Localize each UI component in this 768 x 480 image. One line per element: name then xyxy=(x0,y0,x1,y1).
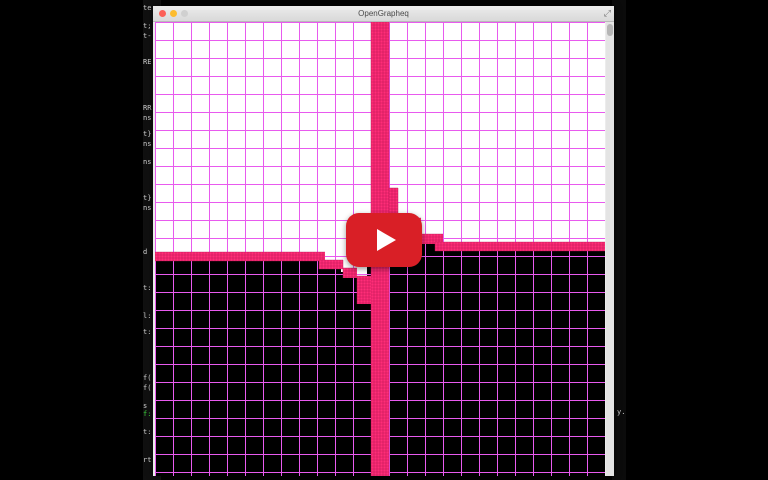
horizontal-boundary-right xyxy=(435,242,605,251)
terminal-text: f( xyxy=(143,374,152,382)
terminal-text: t} xyxy=(143,130,152,138)
terminal-text: d xyxy=(143,248,148,256)
title-bar[interactable]: OpenGrapheq ⤢ xyxy=(153,6,614,22)
terminal-text: t: xyxy=(143,328,152,336)
window-title: OpenGrapheq xyxy=(358,9,409,18)
terminal-text: t- xyxy=(143,32,152,40)
terminal-text: l: xyxy=(143,312,152,320)
terminal-text: s xyxy=(143,402,148,410)
terminal-text: te xyxy=(143,4,152,12)
terminal-text: t: xyxy=(143,428,152,436)
terminal-text: t} xyxy=(143,194,152,202)
play-icon xyxy=(377,229,396,251)
terminal-text: ns xyxy=(143,114,152,122)
terminal-text: RR xyxy=(143,104,152,112)
terminal-text: t: xyxy=(143,284,152,292)
terminal-text: rt xyxy=(143,456,152,464)
background-terminal-right: y. xyxy=(612,0,626,480)
vertical-scrollbar[interactable] xyxy=(606,22,614,476)
scroll-thumb[interactable] xyxy=(607,24,613,36)
play-button[interactable] xyxy=(346,213,422,267)
terminal-text: ns xyxy=(143,204,152,212)
horizontal-boundary-left xyxy=(155,252,325,261)
terminal-text: ns xyxy=(143,140,152,148)
fullscreen-icon[interactable]: ⤢ xyxy=(604,8,611,19)
terminal-text: ns xyxy=(143,158,152,166)
terminal-text: RE xyxy=(143,58,152,66)
terminal-text: f( xyxy=(143,384,152,392)
terminal-text: t; xyxy=(143,22,152,30)
terminal-text: f: xyxy=(143,410,152,418)
video-frame: te t; t- RE RR ns t} ns ns t} ns d t: l: t: f( f( s f: t: rt… xyxy=(0,0,768,480)
terminal-text: y. xyxy=(617,408,626,416)
